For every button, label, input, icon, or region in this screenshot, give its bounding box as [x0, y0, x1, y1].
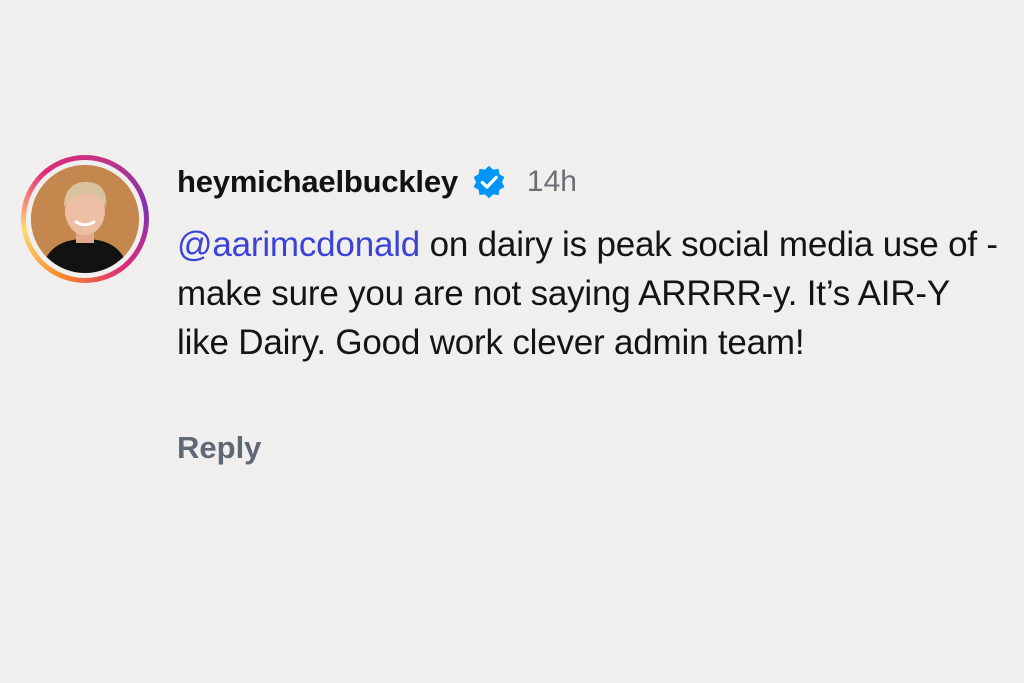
comment-body: @aarimcdonald on dairy is peak social me… — [177, 220, 1007, 367]
comment-header: heymichaelbuckley 14h — [177, 160, 577, 204]
avatar[interactable] — [31, 165, 139, 273]
comment: heymichaelbuckley 14h @aarimcdonald on d… — [0, 0, 1024, 683]
threads-icon: @ — [177, 225, 213, 264]
username[interactable]: heymichaelbuckley — [177, 164, 458, 200]
mention-username: aarimcdonald — [212, 225, 421, 264]
reply-button[interactable]: Reply — [177, 430, 261, 466]
timestamp: 14h — [526, 165, 577, 198]
verified-badge-icon — [471, 164, 507, 200]
mention-link[interactable]: @aarimcdonald — [177, 225, 420, 264]
avatar-illustration — [31, 165, 139, 273]
story-ring[interactable] — [21, 155, 149, 283]
avatar-gap — [26, 160, 144, 278]
